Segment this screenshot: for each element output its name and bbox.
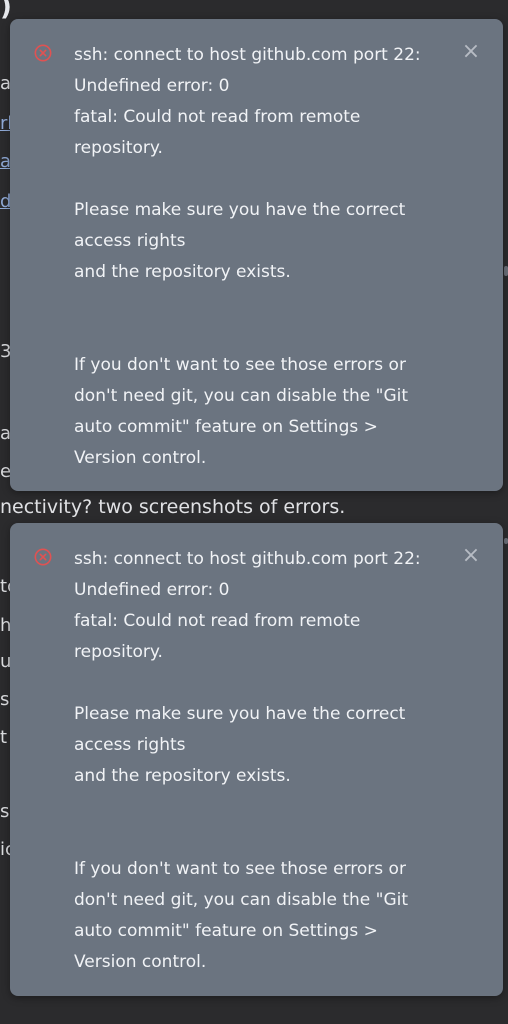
message-line: repository. [74, 642, 163, 662]
scrollbar-thumb[interactable] [504, 538, 508, 544]
message-line: access rights [74, 735, 186, 755]
notification-message: ssh: connect to host github.com port 22:… [74, 40, 484, 474]
message-line: Undefined error: 0 [74, 580, 230, 600]
message-line: Undefined error: 0 [74, 76, 230, 96]
message-line: Version control. [74, 448, 207, 468]
message-line: ssh: connect to host github.com port 22: [74, 45, 421, 65]
message-line: and the repository exists. [74, 766, 291, 786]
message-line: and the repository exists. [74, 262, 291, 282]
message-spacer [74, 288, 484, 350]
error-notification: × ssh: connect to host github.com port 2… [10, 523, 503, 996]
message-line: access rights [74, 231, 186, 251]
message-line: don't need git, you can disable the "Git [74, 386, 409, 406]
message-line: fatal: Could not read from remote [74, 107, 361, 127]
message-line: auto commit" feature on Settings > [74, 921, 378, 941]
message-spacer [74, 792, 484, 854]
message-line: If you don't want to see those errors or [74, 355, 406, 375]
background-sentence: nectivity? two screenshots of errors. [0, 496, 346, 518]
message-line: don't need git, you can disable the "Git [74, 890, 409, 910]
error-x-circle-icon [34, 44, 52, 62]
message-spacer [74, 668, 484, 699]
message-line: Please make sure you have the correct [74, 200, 406, 220]
message-line: repository. [74, 138, 163, 158]
message-line: If you don't want to see those errors or [74, 859, 406, 879]
message-line: ssh: connect to host github.com port 22: [74, 549, 421, 569]
notification-message: ssh: connect to host github.com port 22:… [74, 544, 484, 978]
message-line: fatal: Could not read from remote [74, 611, 361, 631]
scrollbar-thumb[interactable] [504, 266, 508, 276]
message-spacer [74, 164, 484, 195]
message-line: Version control. [74, 952, 207, 972]
error-x-circle-icon [34, 548, 52, 566]
error-notification: × ssh: connect to host github.com port 2… [10, 19, 503, 491]
message-line: Please make sure you have the correct [74, 704, 406, 724]
message-line: auto commit" feature on Settings > [74, 417, 378, 437]
background-glyph: ) [0, 0, 12, 22]
